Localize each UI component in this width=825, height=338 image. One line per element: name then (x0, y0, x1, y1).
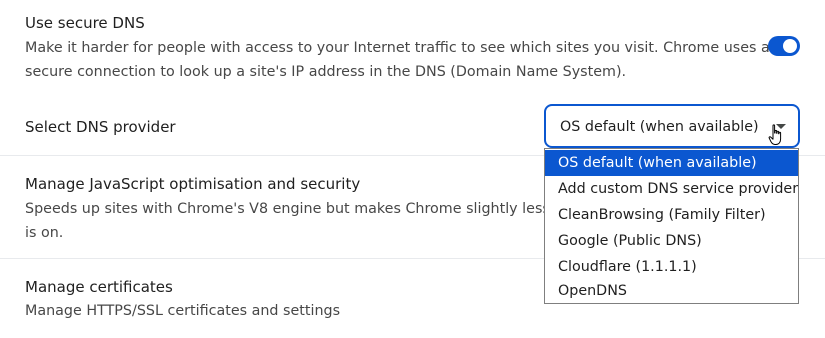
secure-dns-description-line1: Make it harder for people with access to… (25, 40, 770, 56)
secure-dns-title: Use secure DNS (25, 14, 145, 32)
security-settings-page: Use secure DNS Make it harder for people… (0, 0, 825, 338)
dns-option-custom[interactable]: Add custom DNS service provider (545, 176, 798, 202)
javascript-description-line2: is on. (25, 225, 64, 241)
javascript-description-line1: Speeds up sites with Chrome's V8 engine … (25, 201, 569, 217)
hand-cursor-icon (768, 124, 782, 145)
dns-option-opendns[interactable]: OpenDNS (545, 278, 798, 304)
certificates-description: Manage HTTPS/SSL certificates and settin… (25, 303, 341, 319)
toggle-knob (783, 39, 797, 53)
certificates-title: Manage certificates (25, 278, 173, 296)
dns-provider-dropdown-list[interactable]: OS default (when available) Add custom D… (544, 148, 799, 304)
secure-dns-description-line2: secure connection to look up a site's IP… (25, 64, 627, 80)
dns-provider-select[interactable]: OS default (when available) (544, 104, 800, 148)
dns-option-cloudflare[interactable]: Cloudflare (1.1.1.1) (545, 254, 798, 280)
secure-dns-toggle[interactable] (768, 36, 800, 56)
dns-provider-selected-value: OS default (when available) (560, 119, 759, 135)
dns-option-os-default[interactable]: OS default (when available) (545, 150, 798, 176)
dns-option-cleanbrowsing[interactable]: CleanBrowsing (Family Filter) (545, 202, 798, 228)
dns-option-google[interactable]: Google (Public DNS) (545, 228, 798, 254)
javascript-title: Manage JavaScript optimisation and secur… (25, 175, 361, 193)
dns-provider-label: Select DNS provider (25, 118, 176, 136)
